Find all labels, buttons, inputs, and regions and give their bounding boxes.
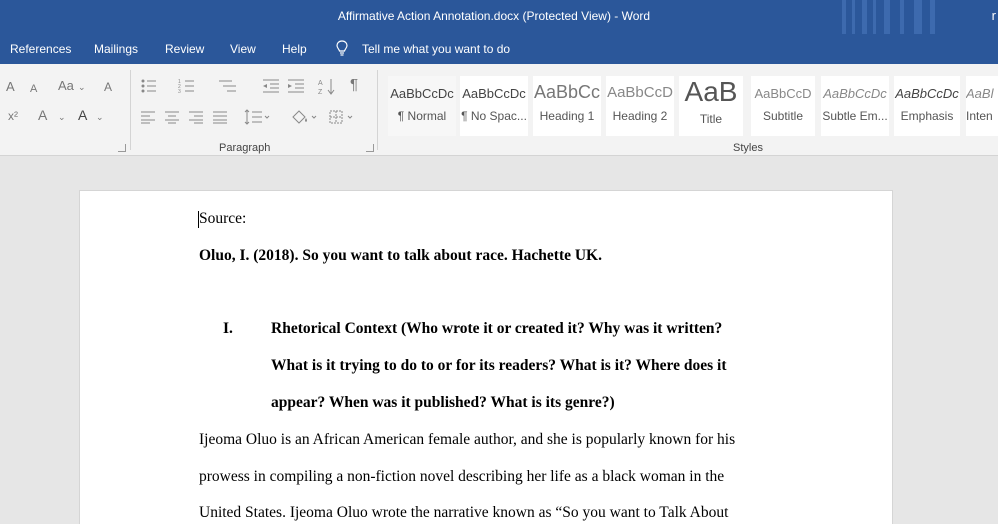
style-heading-1[interactable]: AaBbCc Heading 1 [533,76,601,136]
style-normal[interactable]: AaBbCcDc ¶ Normal [388,76,456,136]
shrink-font-icon[interactable]: A [30,82,37,96]
body-text-line: prowess in compiling a non-fiction novel… [199,468,725,485]
chevron-down-icon[interactable]: ⌄ [96,110,104,124]
style-sample: AaBbCcDc [462,86,526,101]
text-effects-icon[interactable]: A [38,108,47,122]
style-intense[interactable]: AaBl Inten [966,76,998,136]
account-name[interactable]: r [992,8,996,23]
style-name: Heading 2 [612,109,668,123]
style-no-spacing[interactable]: AaBbCcDc ¶ No Spac... [460,76,528,136]
styles-group-label: Styles [733,142,763,154]
numbering-icon[interactable]: 1 2 3 [178,78,198,94]
ribbon-tabs: References Mailings Review View Help Tel… [0,34,998,64]
group-separator [377,70,378,150]
style-sample: AaB [684,76,738,107]
style-name: ¶ No Spac... [461,109,527,123]
align-left-icon[interactable] [140,110,156,124]
style-heading-2[interactable]: AaBbCcD Heading 2 [606,76,674,136]
style-sample: AaBbCcDc [823,86,887,101]
style-sample: AaBbCcDc [390,86,454,101]
section-heading-line: What is it trying to do to or for its re… [271,357,727,374]
style-name: Inten [966,109,993,123]
clear-formatting-icon[interactable]: A [104,80,112,94]
window-title: Affirmative Action Annotation.docx (Prot… [337,9,651,23]
font-dialog-launcher-icon[interactable] [118,144,126,152]
group-separator [130,70,131,150]
svg-text:3: 3 [178,89,181,94]
tab-help[interactable]: Help [282,42,307,56]
borders-icon[interactable] [328,109,356,125]
decrease-indent-icon[interactable] [262,78,280,94]
style-sample: AaBbCcD [607,84,673,101]
style-sample: AaBl [966,86,994,101]
align-right-icon[interactable] [188,110,204,124]
style-sample: AaBbCc [533,82,601,102]
justify-icon[interactable] [212,110,228,124]
citation: Oluo, I. (2018). So you want to talk abo… [199,247,602,264]
style-sample: AaBbCcD [754,86,812,101]
increase-indent-icon[interactable] [287,78,305,94]
svg-text:A: A [318,80,323,87]
style-name: Heading 1 [539,109,595,123]
style-name: ¶ Normal [397,109,447,123]
grow-font-icon[interactable]: A [6,80,15,94]
line-spacing-icon[interactable] [244,109,270,125]
style-sample: AaBbCcDc [895,86,959,101]
tell-me-search[interactable]: Tell me what you want to do [362,42,510,56]
font-color-icon[interactable]: A [78,108,87,122]
chevron-down-icon[interactable]: ⌄ [58,110,66,124]
document-page[interactable]: Source: Oluo, I. (2018). So you want to … [79,190,893,524]
superscript-icon[interactable]: x² [8,109,18,123]
svg-text:Z: Z [318,89,323,95]
paragraph-dialog-launcher-icon[interactable] [366,144,374,152]
section-heading-line: appear? When was it published? What is i… [271,394,615,411]
body-text-line: Ijeoma Oluo is an African American femal… [199,431,736,448]
paragraph-group-label: Paragraph [219,142,271,154]
change-case-icon[interactable]: Aa [58,79,74,93]
sort-icon[interactable]: AZ [318,77,336,95]
pilcrow-icon[interactable]: ¶ [350,77,358,92]
tab-view[interactable]: View [230,42,256,56]
body-text-line: United States. Ijeoma Oluo wrote the nar… [199,504,729,521]
document-canvas: Source: Oluo, I. (2018). So you want to … [0,157,998,524]
style-emphasis[interactable]: AaBbCcDc Emphasis [894,76,960,136]
lightbulb-icon[interactable] [335,40,349,56]
style-name: Title [699,112,723,126]
style-name: Emphasis [900,109,954,123]
section-numeral: I. [223,320,233,337]
style-title[interactable]: AaB Title [679,76,743,136]
source-heading: Source: [199,210,247,227]
bullets-icon[interactable] [140,78,160,94]
style-subtitle[interactable]: AaBbCcD Subtitle [751,76,815,136]
ribbon: A A Aa ⌄ A x² A ⌄ A ⌄ 1 2 3 AZ ¶ Paragra… [0,64,998,156]
chevron-down-icon[interactable]: ⌄ [78,80,86,94]
section-heading-line: Rhetorical Context (Who wrote it or crea… [271,320,723,337]
tab-mailings[interactable]: Mailings [94,42,138,56]
align-center-icon[interactable] [164,110,180,124]
tab-references[interactable]: References [10,42,71,56]
style-subtle-emphasis[interactable]: AaBbCcDc Subtle Em... [821,76,889,136]
style-name: Subtle Em... [822,109,888,123]
tab-review[interactable]: Review [165,42,204,56]
shading-icon[interactable] [290,109,318,125]
multilevel-list-icon[interactable] [218,78,238,94]
style-name: Subtitle [762,109,804,123]
title-bar: Affirmative Action Annotation.docx (Prot… [0,0,998,34]
